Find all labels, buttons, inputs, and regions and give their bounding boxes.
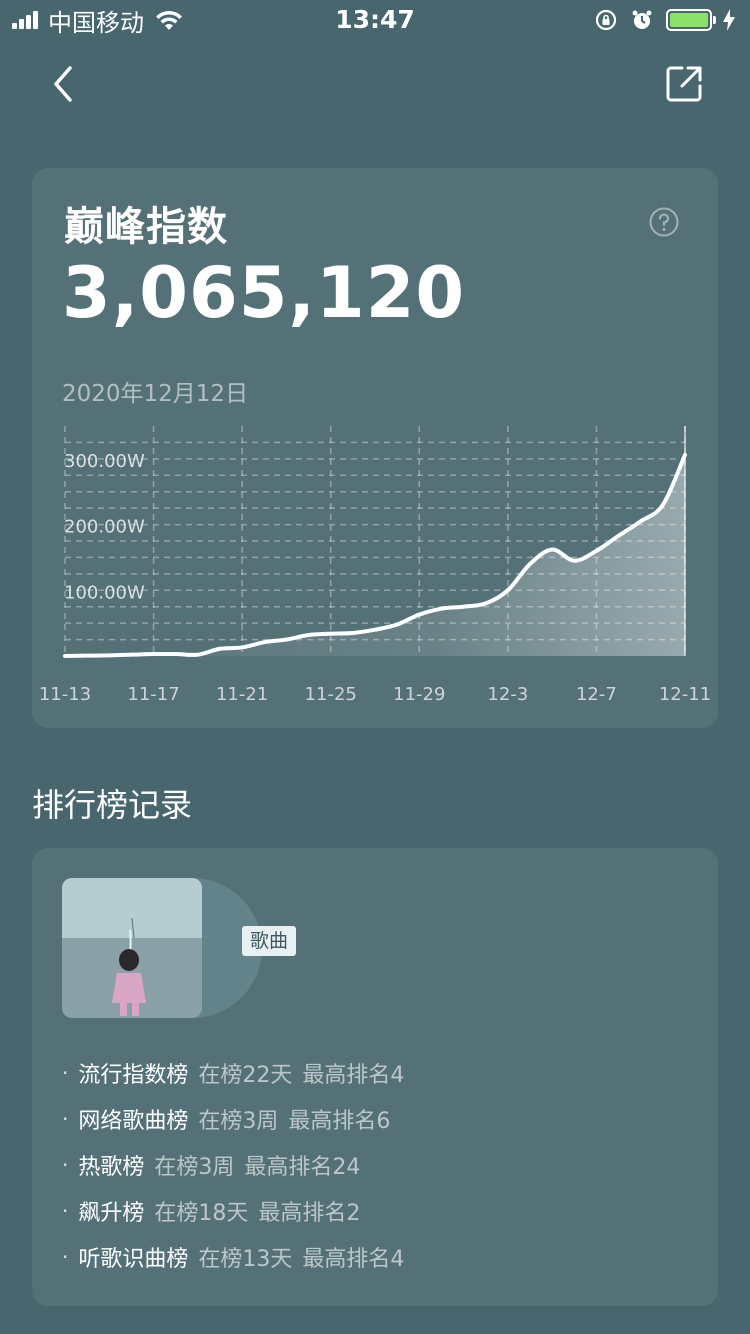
rank-best: 最高排名4 [302, 1063, 405, 1088]
chart-record-card: 歌曲 · 流行指数榜 在榜22天 最高排名4 · 网络歌曲榜 在榜3周 最高排名… [32, 848, 718, 1306]
share-icon[interactable] [662, 62, 706, 106]
song-tag: 歌曲 [242, 926, 297, 956]
rank-duration: 在榜3周 [154, 1155, 235, 1180]
rank-duration: 在榜3周 [198, 1109, 279, 1134]
x-tick-label: 11-13 [39, 684, 91, 705]
y-tick-label: 200.00W [64, 517, 145, 538]
status-bar: 中国移动 13:47 [0, 0, 750, 40]
rank-best: 最高排名4 [302, 1247, 405, 1272]
bullet: · [62, 1199, 69, 1223]
cover-art [62, 878, 202, 1018]
rank-duration: 在榜22天 [198, 1063, 293, 1088]
section-title: 排行榜记录 [32, 786, 193, 824]
y-tick-label: 100.00W [64, 582, 145, 603]
rank-item: · 飙升榜 在榜18天 最高排名2 [62, 1188, 414, 1234]
rank-duration: 在榜18天 [154, 1201, 249, 1226]
rank-item: · 网络歌曲榜 在榜3周 最高排名6 [62, 1096, 414, 1142]
charging-icon [723, 9, 735, 31]
bullet: · [62, 1061, 69, 1085]
x-tick-label: 12-3 [487, 684, 528, 705]
rank-best: 最高排名2 [258, 1201, 361, 1226]
x-tick-label: 11-17 [127, 684, 179, 705]
rank-list: · 流行指数榜 在榜22天 最高排名4 · 网络歌曲榜 在榜3周 最高排名6 ·… [62, 1050, 414, 1280]
rank-best: 最高排名6 [288, 1109, 391, 1134]
rank-name: 飙升榜 [78, 1201, 145, 1226]
rank-duration: 在榜13天 [198, 1247, 293, 1272]
x-tick-label: 12-7 [576, 684, 617, 705]
bullet: · [62, 1245, 69, 1269]
x-tick-label: 11-21 [216, 684, 268, 705]
rotation-lock-icon [595, 9, 617, 31]
peak-index-chart: 100.00W 200.00W 300.00W 11-13 11-17 11-21 11-… [39, 426, 711, 705]
battery-icon [666, 9, 716, 31]
peak-index-card: 巅峰指数 3,065,120 2020年12月12日 100.00W 200.00… [32, 168, 718, 728]
back-icon[interactable] [44, 62, 84, 106]
cover-image [62, 878, 202, 1018]
bullet: · [62, 1107, 69, 1131]
rank-item: · 流行指数榜 在榜22天 最高排名4 [62, 1050, 414, 1096]
bullet: · [62, 1153, 69, 1177]
rank-best: 最高排名24 [244, 1155, 361, 1180]
rank-name: 热歌榜 [78, 1155, 145, 1180]
y-tick-label: 300.00W [64, 451, 145, 472]
rank-name: 网络歌曲榜 [78, 1109, 189, 1134]
rank-name: 流行指数榜 [78, 1063, 189, 1088]
rank-name: 听歌识曲榜 [78, 1247, 189, 1272]
rank-item: · 听歌识曲榜 在榜13天 最高排名4 [62, 1234, 414, 1280]
x-tick-label: 11-29 [393, 684, 445, 705]
x-tick-label: 12-11 [659, 684, 711, 705]
alarm-icon [632, 10, 652, 29]
status-right [594, 7, 736, 33]
album-cover[interactable] [62, 878, 262, 1018]
x-tick-label: 11-25 [305, 684, 357, 705]
rank-item: · 热歌榜 在榜3周 最高排名24 [62, 1142, 414, 1188]
